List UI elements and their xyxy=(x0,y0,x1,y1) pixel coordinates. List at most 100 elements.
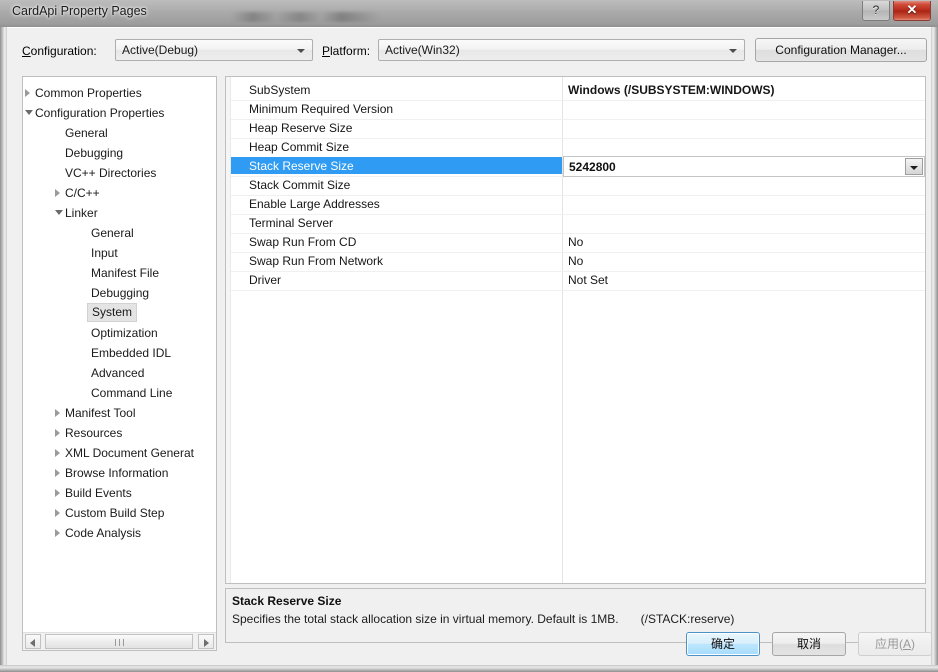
scrollbar-grip-icon xyxy=(115,639,124,646)
tree-item-input[interactable]: Input xyxy=(23,243,216,263)
property-row[interactable]: Swap Run From CD No xyxy=(231,233,925,253)
tree-item-command-line[interactable]: Command Line xyxy=(23,383,216,403)
chevron-right-icon[interactable] xyxy=(55,409,60,417)
tree-item-configuration-properties[interactable]: Configuration Properties xyxy=(23,103,216,123)
title-bar: CardApi Property Pages ? ✕ xyxy=(0,0,938,27)
property-name: Stack Commit Size xyxy=(249,178,351,192)
platform-value: Active(Win32) xyxy=(385,43,460,57)
platform-label-rest: latform: xyxy=(330,44,371,58)
property-value-text: 5242800 xyxy=(569,160,616,174)
apply-accel: A xyxy=(902,637,911,651)
tree-item-label: VC++ Directories xyxy=(65,166,157,180)
property-row[interactable]: Heap Commit Size xyxy=(231,138,925,158)
property-row[interactable]: Enable Large Addresses xyxy=(231,195,925,215)
tree-item-vc-directories[interactable]: VC++ Directories xyxy=(23,163,216,183)
property-tree[interactable]: Common Properties Configuration Propertie… xyxy=(23,77,216,632)
dialog-client-area: Configuration: Active(Debug) Platform: A… xyxy=(7,27,932,665)
tree-item-debugging[interactable]: Debugging xyxy=(23,143,216,163)
tree-item-label: Embedded IDL xyxy=(91,346,172,360)
property-row[interactable]: Swap Run From Network No xyxy=(231,252,925,272)
configuration-bar: Configuration: Active(Debug) Platform: A… xyxy=(7,28,931,73)
tree-item-code-analysis[interactable]: Code Analysis xyxy=(23,523,216,543)
scrollbar-thumb[interactable] xyxy=(45,634,193,649)
scroll-right-arrow-button[interactable] xyxy=(198,634,214,649)
property-value: Windows (/SUBSYSTEM:WINDOWS) xyxy=(568,83,775,97)
configuration-label-accel: C xyxy=(22,44,31,58)
property-value-input[interactable]: 5242800 xyxy=(563,156,925,177)
tree-item-label: Custom Build Step xyxy=(65,506,165,520)
chevron-down-icon xyxy=(729,49,737,53)
chevron-down-icon[interactable] xyxy=(55,210,63,215)
tree-item-label: Build Events xyxy=(65,486,132,500)
property-row[interactable]: Driver Not Set xyxy=(231,271,925,291)
tree-horizontal-scrollbar[interactable] xyxy=(23,632,216,650)
property-row[interactable]: Terminal Server xyxy=(231,214,925,234)
tree-item-manifest-tool[interactable]: Manifest Tool xyxy=(23,403,216,423)
tree-item-xml-document-generat[interactable]: XML Document Generat xyxy=(23,443,216,463)
tree-item-label: Code Analysis xyxy=(65,526,142,540)
tree-item-label: Input xyxy=(91,246,118,260)
description-title: Stack Reserve Size xyxy=(232,594,342,608)
configuration-manager-button[interactable]: Configuration Manager... xyxy=(755,38,927,62)
value-dropdown-button[interactable] xyxy=(905,158,923,175)
property-value: Not Set xyxy=(568,273,609,287)
platform-dropdown[interactable]: Active(Win32) xyxy=(378,39,745,61)
apply-suffix: ) xyxy=(911,637,915,651)
apply-button[interactable]: 应用(A) xyxy=(858,632,932,656)
tree-item-resources[interactable]: Resources xyxy=(23,423,216,443)
tree-item-general[interactable]: General xyxy=(23,223,216,243)
property-name: Enable Large Addresses xyxy=(249,197,380,211)
chevron-down-icon[interactable] xyxy=(25,110,33,115)
chevron-right-icon[interactable] xyxy=(55,469,60,477)
property-row[interactable]: Heap Reserve Size xyxy=(231,119,925,139)
configuration-value: Active(Debug) xyxy=(122,43,199,57)
tree-item-embedded-idl[interactable]: Embedded IDL xyxy=(23,343,216,363)
chevron-right-icon[interactable] xyxy=(55,429,60,437)
property-row[interactable]: Minimum Required Version xyxy=(231,100,925,120)
property-name: Swap Run From CD xyxy=(249,235,357,249)
tree-item-browse-information[interactable]: Browse Information xyxy=(23,463,216,483)
tree-item-system[interactable]: System xyxy=(23,303,216,323)
property-name: Swap Run From Network xyxy=(249,254,384,268)
property-name: SubSystem xyxy=(249,83,311,97)
chevron-right-icon[interactable] xyxy=(55,509,60,517)
help-button[interactable]: ? xyxy=(862,1,890,21)
tree-item-debugging[interactable]: Debugging xyxy=(23,283,216,303)
chevron-right-icon[interactable] xyxy=(55,449,60,457)
scroll-left-arrow-button[interactable] xyxy=(25,634,41,649)
configuration-dropdown[interactable]: Active(Debug) xyxy=(115,39,313,61)
tree-item-label: Resources xyxy=(65,426,123,440)
tree-item-label: Browse Information xyxy=(65,466,169,480)
property-name: Heap Reserve Size xyxy=(249,121,353,135)
tree-item-advanced[interactable]: Advanced xyxy=(23,363,216,383)
ok-button[interactable]: 确定 xyxy=(686,632,760,656)
property-row[interactable]: SubSystem Windows (/SUBSYSTEM:WINDOWS) xyxy=(231,81,925,101)
description-body: Specifies the total stack allocation siz… xyxy=(232,612,619,626)
tree-item-c-c[interactable]: C/C++ xyxy=(23,183,216,203)
tree-item-common-properties[interactable]: Common Properties xyxy=(23,83,216,103)
tree-item-general[interactable]: General xyxy=(23,123,216,143)
tree-item-label: Debugging xyxy=(65,146,124,160)
close-icon: ✕ xyxy=(906,2,918,17)
property-grid-panel: SubSystem Windows (/SUBSYSTEM:WINDOWS) Min… xyxy=(225,76,926,584)
tree-item-optimization[interactable]: Optimization xyxy=(23,323,216,343)
property-row[interactable]: Stack Reserve Size 5242800 xyxy=(231,156,925,177)
close-button[interactable]: ✕ xyxy=(893,1,931,21)
configuration-label-rest: onfiguration: xyxy=(30,44,97,58)
cancel-button[interactable]: 取消 xyxy=(772,632,846,656)
chevron-right-icon[interactable] xyxy=(25,89,30,97)
chevron-right-icon[interactable] xyxy=(55,489,60,497)
chevron-right-icon[interactable] xyxy=(55,189,60,197)
platform-label: Platform: xyxy=(322,44,370,58)
chevron-down-icon xyxy=(910,166,918,170)
tree-item-label: C/C++ xyxy=(65,186,100,200)
window-border-left xyxy=(0,0,7,672)
tree-item-build-events[interactable]: Build Events xyxy=(23,483,216,503)
glass-bleed-artifact xyxy=(232,12,380,22)
chevron-right-icon[interactable] xyxy=(55,529,60,537)
tree-item-custom-build-step[interactable]: Custom Build Step xyxy=(23,503,216,523)
tree-item-manifest-file[interactable]: Manifest File xyxy=(23,263,216,283)
property-row[interactable]: Stack Commit Size xyxy=(231,176,925,196)
tree-item-linker[interactable]: Linker xyxy=(23,203,216,223)
window-border-right xyxy=(931,0,938,672)
